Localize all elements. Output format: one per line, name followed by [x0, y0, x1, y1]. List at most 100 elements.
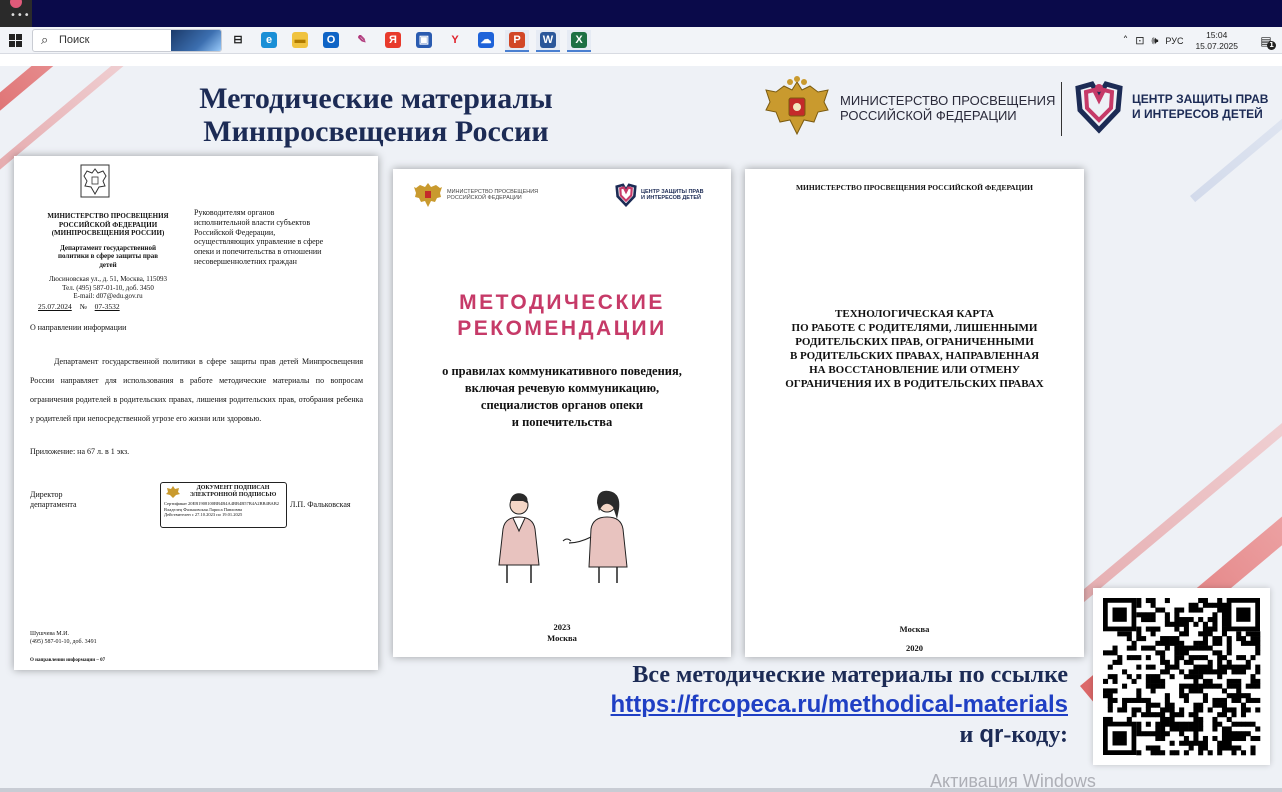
yandex-browser-taskbar-button[interactable]: Я — [381, 30, 405, 52]
pinned-apps: ⊟ e ▬ O ✎ Я ▣ Y ☁ P W X — [226, 30, 591, 52]
task-view-taskbar-button[interactable]: ⊟ — [226, 30, 250, 52]
paint-taskbar-button[interactable]: ✎ — [350, 30, 374, 52]
clock-date: 15.07.2025 — [1195, 40, 1238, 51]
eagle-icon — [414, 183, 442, 207]
slide-title-line2: Минпросвещения России — [203, 115, 549, 148]
materials-link[interactable]: https://frcopeca.ru/methodical-materials — [611, 691, 1068, 718]
excel-taskbar-button[interactable]: X — [567, 30, 591, 52]
paint-icon: ✎ — [354, 32, 370, 48]
store-taskbar-button[interactable]: ▣ — [412, 30, 436, 52]
signer-title-line: департамента — [30, 500, 77, 509]
network-icon[interactable]: ⊡ — [1135, 34, 1144, 47]
signer-title-line: Директор — [30, 490, 63, 499]
double-headed-eagle-icon — [765, 76, 829, 136]
disk-icon: ☁ — [478, 32, 494, 48]
sender-phone: Тел. (495) 587-01-10, доб. 3450 — [62, 283, 154, 292]
slide-title: Методические материалы Минпросвещения Ро… — [176, 82, 576, 148]
e-signature-stamp: ДОКУМЕНТ ПОДПИСАН ЭЛЕКТРОННОЙ ПОДПИСЬЮ С… — [160, 482, 287, 528]
stamp-validity: Действителен с 27.10.2023 по 19.01.2025 — [164, 512, 243, 517]
cover-subtitle-line: и попечительства — [511, 415, 613, 429]
language-indicator[interactable]: РУС — [1165, 36, 1183, 46]
two-people-talking-illustration — [498, 490, 628, 583]
volume-icon[interactable]: 🕪 — [1151, 34, 1158, 48]
recipient-line: исполнительной власти субъектов — [194, 217, 311, 227]
clock[interactable]: 15:04 15.07.2025 — [1195, 30, 1238, 52]
store-icon: ▣ — [416, 32, 432, 48]
cover-year: 2023 — [553, 622, 571, 632]
heart-shield-icon — [615, 183, 637, 207]
techcard-city: Москва — [899, 624, 930, 634]
technology-card-cover: МИНИСТЕРСТВО ПРОСВЕЩЕНИЯ РОССИЙСКОЙ ФЕДЕ… — [745, 169, 1084, 657]
cta-line3-pre: и — [959, 722, 980, 748]
coat-of-arms-icon — [80, 164, 110, 198]
cover-subtitle-line: о правилах коммуникативного поведения, — [442, 364, 682, 378]
clock-time: 15:04 — [1206, 29, 1228, 40]
cover-year-city: 2023 Москва — [393, 622, 731, 644]
yandex-taskbar-button[interactable]: Y — [443, 30, 467, 52]
techcard-year: 2020 — [906, 643, 923, 653]
sender-org-line2: РОССИЙСКОЙ ФЕДЕРАЦИИ — [58, 220, 158, 229]
powerpoint-taskbar-button[interactable]: P — [505, 30, 529, 52]
techcard-title-line: В РОДИТЕЛЬСКИХ ПРАВАХ, НАПРАВЛЕННАЯ — [789, 350, 1040, 362]
outlook-taskbar-button[interactable]: O — [319, 30, 343, 52]
letter-number-label: № — [79, 302, 87, 311]
letter-appendix: Приложение: на 67 л. в 1 экз. — [30, 447, 130, 456]
recipient-line: опеки и попечительства в отношении — [194, 247, 322, 257]
stamp-title-line: ДОКУМЕНТ ПОДПИСАН — [196, 485, 270, 491]
sender-email: E-mail: d07@edu.gov.ru — [73, 292, 143, 300]
cover-subtitle-line: специалистов органов опеки — [480, 398, 644, 412]
techcard-title-line: ОГРАНИЧЕНИЯ ИХ В РОДИТЕЛЬСКИХ ПРАВАХ — [785, 378, 1044, 390]
window-top-strip: ••• — [0, 0, 1282, 27]
center-name-line1: ЦЕНТР ЗАЩИТЫ ПРАВ — [1132, 92, 1269, 106]
techcard-title-line: ТЕХНОЛОГИЧЕСКАЯ КАРТА — [835, 308, 994, 320]
outlook-icon: O — [323, 32, 339, 48]
cover-center-logo: ЦЕНТР ЗАЩИТЫ ПРАВ И ИНТЕРЕСОВ ДЕТЕЙ — [615, 183, 704, 207]
ministry-name-line1: МИНИСТЕРСТВО ПРОСВЕЩЕНИЯ — [840, 93, 1056, 108]
center-name-line2: И ИНТЕРЕСОВ ДЕТЕЙ — [1132, 107, 1263, 121]
word-taskbar-button[interactable]: W — [536, 30, 560, 52]
window-bottom-edge — [0, 788, 1282, 792]
chevron-up-icon[interactable]: ˄ — [1123, 34, 1129, 47]
cta-line3: и qr-коду: — [611, 720, 1068, 750]
disk-taskbar-button[interactable]: ☁ — [474, 30, 498, 52]
file-explorer-taskbar-button[interactable]: ▬ — [288, 30, 312, 52]
heart-shield-icon — [1075, 81, 1123, 134]
letter-body: Департамент государственной политики в с… — [30, 357, 363, 423]
logo-separator — [1061, 82, 1062, 136]
taskbar: ⌕ Поиск ⊟ e ▬ O ✎ Я ▣ Y ☁ P W X ˄ ⊡ 🕪 РУС 15:04 15.… — [0, 27, 1282, 54]
system-tray: ˄ ⊡ 🕪 РУС 15:04 15.07.2025 ▤ 1 — [1123, 27, 1282, 54]
official-letter-page: МИНИСТЕРСТВО ПРОСВЕЩЕНИЯ РОССИЙСКОЙ ФЕДЕ… — [14, 156, 378, 670]
cover-subtitle: о правилах коммуникативного поведения, в… — [393, 363, 731, 431]
search-highlight-image — [171, 30, 221, 51]
stamp-certificate: Сертификат 20ЕВ1908100ВВ4В4А4ВВ4В57В4А2В… — [164, 501, 280, 506]
techcard-title-line: ПО РАБОТЕ С РОДИТЕЛЯМИ, ЛИШЕННЫМИ — [791, 322, 1038, 334]
yandex-browser-icon: Я — [385, 32, 401, 48]
start-button[interactable] — [9, 34, 22, 47]
app-menu-button[interactable]: ••• — [0, 0, 32, 27]
techcard-title-line: РОДИТЕЛЬСКИХ ПРАВ, ОГРАНИЧЕННЫМИ — [795, 336, 1034, 348]
executor-name: Шушчева М.И. — [30, 631, 69, 637]
cover-main-title: МЕТОДИЧЕСКИЕ РЕКОМЕНДАЦИИ — [393, 290, 731, 342]
taskbar-search-box[interactable]: ⌕ Поиск — [32, 29, 222, 52]
more-dots-icon: ••• — [10, 10, 31, 21]
stamp-title-line: ЭЛЕКТРОННОЙ ПОДПИСЬЮ — [189, 492, 277, 498]
excel-icon: X — [571, 32, 587, 48]
letter-footer: О направлении информации – 07 — [30, 658, 106, 663]
slide-title-line1: Методические материалы — [199, 82, 553, 115]
letter-date: 25.07.2024 — [38, 302, 72, 311]
sender-dept-line2: политики в сфере защиты прав — [57, 252, 159, 260]
cta-line3-qr: qr — [979, 721, 1004, 748]
recipient-line: Российской Федерации, — [194, 227, 276, 237]
letter-recipient-block: Руководителям органов исполнительной вла… — [194, 208, 364, 267]
file-explorer-icon: ▬ — [292, 32, 308, 48]
ministry-logo: МИНИСТЕРСТВО ПРОСВЕЩЕНИЯ РОССИЙСКОЙ ФЕДЕ… — [762, 76, 1055, 140]
techcard-header: МИНИСТЕРСТВО ПРОСВЕЩЕНИЯ РОССИЙСКОЙ ФЕДЕ… — [795, 183, 1034, 192]
cover-main-title-line: РЕКОМЕНДАЦИИ — [457, 317, 667, 340]
qr-code[interactable] — [1093, 588, 1270, 765]
letter-subject: О направлении информации — [30, 323, 127, 332]
qr-code-image — [1103, 598, 1261, 756]
notifications-button[interactable]: ▤ 1 — [1254, 31, 1278, 51]
edge-taskbar-button[interactable]: e — [257, 30, 281, 52]
ministry-name-line2: РОССИЙСКОЙ ФЕДЕРАЦИИ — [840, 108, 1017, 123]
letter-sender-block: МИНИСТЕРСТВО ПРОСВЕЩЕНИЯ РОССИЙСКОЙ ФЕДЕ… — [34, 212, 182, 301]
